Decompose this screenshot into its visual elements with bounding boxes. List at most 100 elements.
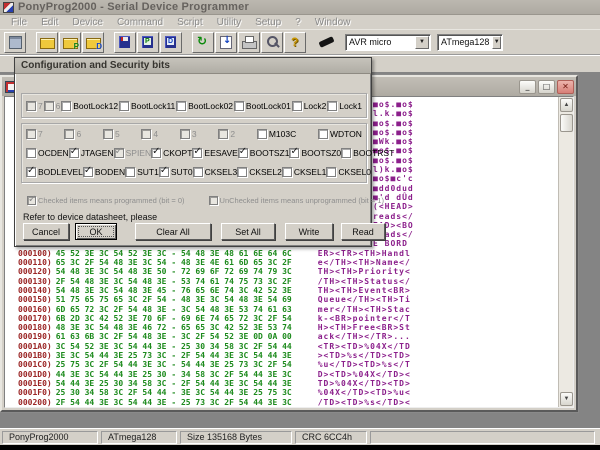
scroll-up-icon[interactable]: ▲ <box>560 98 573 112</box>
read-device-button[interactable] <box>215 32 237 53</box>
menu-item-utility[interactable]: Utility <box>210 17 248 28</box>
read-button[interactable]: Read <box>341 223 385 240</box>
checkbox-box[interactable] <box>61 101 71 111</box>
open-file-button[interactable] <box>36 32 58 53</box>
checkbox-bootlock12[interactable]: BootLock12 <box>61 101 118 111</box>
vertical-scrollbar[interactable]: ▲ ▼ <box>558 97 573 407</box>
checkbox-label: Checked items means programmed (bit = 0) <box>38 196 185 205</box>
ascii-fragment: l)k.■o$ <box>373 165 414 174</box>
save-program-file-button[interactable] <box>137 32 159 53</box>
checkbox-box[interactable] <box>69 148 79 158</box>
checkbox-ckopt[interactable]: CKOPT <box>151 148 192 158</box>
interface-connector-button[interactable] <box>316 32 338 53</box>
checkbox-box[interactable] <box>119 101 129 111</box>
checkbox-sut0[interactable]: SUT0 <box>159 167 193 177</box>
addr-column: 000120) <box>18 267 52 276</box>
checkbox-box[interactable] <box>318 129 328 139</box>
checkbox-box[interactable] <box>234 101 244 111</box>
checkbox-bootlock01[interactable]: BootLock01 <box>234 101 291 111</box>
checkbox-label: SPIEN <box>126 148 152 158</box>
checkbox-box[interactable] <box>289 148 299 158</box>
checkbox-box[interactable] <box>83 167 93 177</box>
checkbox-label: 6 <box>76 129 81 139</box>
cancel-button[interactable]: Cancel <box>23 223 69 240</box>
checkbox-cksel3[interactable]: CKSEL3 <box>193 167 238 177</box>
maximize-button[interactable]: □ <box>538 80 555 94</box>
checkbox-box[interactable] <box>282 167 292 177</box>
checkbox-box[interactable] <box>125 167 135 177</box>
menu-item-file[interactable]: File <box>4 17 34 28</box>
checkbox-cksel1[interactable]: CKSEL1 <box>282 167 327 177</box>
checkbox-bootrst[interactable]: BOOTRST <box>341 148 394 158</box>
checkbox-box[interactable] <box>26 167 36 177</box>
set-all-button[interactable]: Set All <box>221 223 275 240</box>
checkbox-bootsz1[interactable]: BOOTSZ1 <box>238 148 290 158</box>
minimize-button[interactable]: _ <box>519 80 536 94</box>
menu-item-window[interactable]: Window <box>308 17 358 28</box>
menu-item-edit[interactable]: Edit <box>34 17 65 28</box>
checkbox-bootsz0[interactable]: BOOTSZ0 <box>289 148 341 158</box>
checkbox-lock2[interactable]: Lock2 <box>292 101 327 111</box>
checkbox-box[interactable] <box>238 148 248 158</box>
checkbox-box[interactable] <box>192 148 202 158</box>
save-data-file-button[interactable] <box>160 32 182 53</box>
app-icon <box>3 2 14 13</box>
checkbox-box[interactable] <box>292 101 302 111</box>
checkbox-ocden[interactable]: OCDEN <box>26 148 69 158</box>
checkbox-bootlock02[interactable]: BootLock02 <box>176 101 233 111</box>
write-button[interactable]: Write <box>285 223 333 240</box>
setup-button[interactable] <box>261 32 283 53</box>
checkbox-box[interactable] <box>341 148 351 158</box>
save-file-button[interactable] <box>114 32 136 53</box>
print-button[interactable] <box>238 32 260 53</box>
checkbox-box[interactable] <box>326 167 336 177</box>
checkbox-box[interactable] <box>26 148 36 158</box>
open-data-file-button[interactable] <box>82 32 104 53</box>
checkbox-lock1[interactable]: Lock1 <box>327 101 362 111</box>
checkbox-m103c[interactable]: M103C <box>257 129 296 139</box>
open-device-window-button[interactable] <box>4 32 26 53</box>
menu-item-command[interactable]: Command <box>110 17 170 28</box>
device-family-select[interactable]: AVR micro ▼ <box>345 34 431 51</box>
checkbox-sut1[interactable]: SUT1 <box>125 167 159 177</box>
menu-item-setup[interactable]: Setup <box>248 17 288 28</box>
checkbox-bootlock11[interactable]: BootLock11 <box>119 101 175 111</box>
checkbox-cksel0[interactable]: CKSEL0 <box>326 167 371 177</box>
scrollbar-thumb[interactable] <box>560 114 573 132</box>
checkbox-box[interactable] <box>151 148 161 158</box>
chevron-down-icon[interactable]: ▼ <box>492 36 501 49</box>
checkbox-box[interactable] <box>257 129 267 139</box>
checkbox-label: BOOTRST <box>353 148 394 158</box>
checkbox-jtagen[interactable]: JTAGEN <box>69 148 114 158</box>
ok-button[interactable]: OK <box>75 223 117 240</box>
hex-column: 54 48 3E 3C 54 48 3E 50 - 72 69 6F 72 69… <box>56 267 292 276</box>
help-button[interactable] <box>284 32 306 53</box>
print-icon <box>241 35 257 49</box>
close-icon[interactable]: ✕ <box>557 80 574 94</box>
reload-button[interactable] <box>192 32 214 53</box>
ponyprog-main-window: PonyProg2000 - Serial Device Programmer … <box>0 0 600 450</box>
menu-item-script[interactable]: Script <box>170 17 210 28</box>
checkbox-label: SUT0 <box>171 167 193 177</box>
checkbox-cksel2[interactable]: CKSEL2 <box>237 167 282 177</box>
checkbox-box[interactable] <box>176 101 186 111</box>
device-type-select[interactable]: ATmega128 ▼ <box>437 34 503 51</box>
scroll-down-icon[interactable]: ▼ <box>560 392 573 406</box>
checkbox-boden[interactable]: BODEN <box>83 167 125 177</box>
open-program-file-button[interactable] <box>59 32 81 53</box>
clear-all-button[interactable]: Clear All <box>135 223 211 240</box>
menu-item-[interactable]: ? <box>288 17 308 28</box>
chevron-down-icon[interactable]: ▼ <box>415 36 429 49</box>
menu-item-device[interactable]: Device <box>65 17 110 28</box>
checkbox-label: BootLock01 <box>246 101 291 111</box>
checkbox-eesave[interactable]: EESAVE <box>192 148 237 158</box>
checkbox-box[interactable] <box>237 167 247 177</box>
ascii-column: <TR><TD>%04X</TD <box>318 342 411 351</box>
checkbox-bodlevel[interactable]: BODLEVEL <box>26 167 83 177</box>
checkbox-box[interactable] <box>193 167 203 177</box>
ascii-column: mer</TH><TH>Stac <box>318 305 411 314</box>
checkbox-box[interactable] <box>327 101 337 111</box>
device-family-value: AVR micro <box>346 37 415 47</box>
checkbox-wdton[interactable]: WDTON <box>318 129 362 139</box>
checkbox-box[interactable] <box>159 167 169 177</box>
